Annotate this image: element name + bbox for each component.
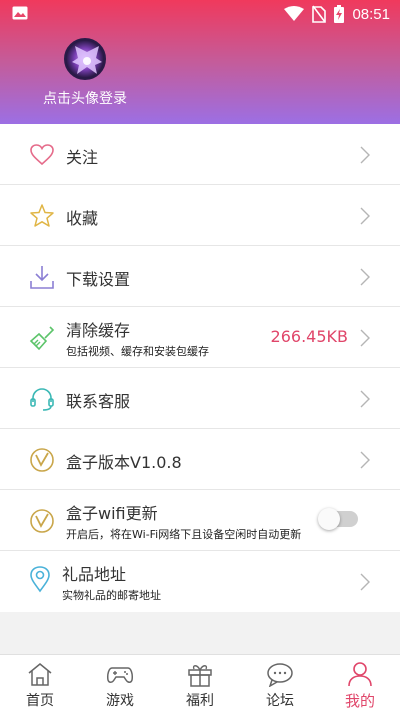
menu-item-version[interactable]: 盒子版本V1.0.8	[0, 429, 400, 490]
menu-item-customer-service[interactable]: 联系客服	[0, 368, 400, 429]
chevron-right-icon	[360, 207, 370, 225]
person-icon	[348, 662, 372, 687]
headset-icon	[30, 388, 54, 411]
menu-item-wifi-update: 盒子wifi更新 开启后，将在Wi-Fi网络下且设备空闲时自动更新	[0, 490, 400, 551]
menu-item-label: 联系客服	[66, 392, 131, 411]
nav-welfare[interactable]: 福利	[160, 655, 240, 711]
chevron-right-icon	[360, 573, 370, 591]
cache-size-value: 266.45KB	[270, 327, 348, 346]
nav-label: 福利	[186, 693, 214, 709]
menu-item-label: 下载设置	[66, 270, 131, 289]
battery-charging-icon	[334, 5, 345, 23]
wifi-icon	[284, 6, 305, 21]
menu-item-label: 清除缓存	[66, 321, 131, 340]
menu-item-description: 包括视频、缓存和安装包缓存	[66, 345, 209, 358]
chevron-right-icon	[360, 390, 370, 408]
toggle-knob	[318, 508, 340, 530]
chat-icon	[267, 663, 293, 687]
download-icon	[30, 266, 54, 289]
v-logo-icon	[30, 448, 54, 472]
menu-item-description: 开启后，将在Wi-Fi网络下且设备空闲时自动更新	[66, 528, 302, 541]
no-sim-icon	[312, 5, 327, 23]
menu-item-label: 盒子版本V1.0.8	[66, 453, 182, 472]
nav-label: 论坛	[266, 693, 294, 709]
menu-item-gift-address[interactable]: 礼品地址 实物礼品的邮寄地址	[0, 551, 400, 612]
v-logo-icon	[30, 509, 54, 533]
chevron-right-icon	[360, 451, 370, 469]
image-notification-icon	[12, 6, 28, 20]
gift-icon	[188, 665, 212, 687]
chevron-right-icon	[360, 146, 370, 164]
menu-item-follow[interactable]: 关注	[0, 124, 400, 185]
gamepad-icon	[107, 667, 133, 683]
menu-item-label: 关注	[66, 148, 99, 167]
nav-home[interactable]: 首页	[0, 655, 80, 711]
profile-header: 08:51 点击头像登录	[0, 0, 400, 124]
nav-forum[interactable]: 论坛	[240, 655, 320, 711]
nav-label: 我的	[344, 692, 375, 710]
chevron-right-icon	[360, 329, 370, 347]
bottom-nav: 首页 游戏 福利 论坛 我的	[0, 654, 400, 711]
menu-item-label: 礼品地址	[62, 565, 127, 584]
status-time: 08:51	[352, 5, 390, 23]
nav-label: 首页	[26, 693, 54, 709]
avatar-image	[72, 46, 102, 74]
star-icon	[30, 204, 54, 227]
menu-item-download-settings[interactable]: 下载设置	[0, 246, 400, 307]
nav-games[interactable]: 游戏	[80, 655, 160, 711]
settings-list: 关注 收藏 下载设置 清除缓存 包括视频、缓存和安装包缓存 266.45KB 联…	[0, 124, 400, 612]
menu-item-label: 收藏	[66, 209, 99, 228]
menu-item-description: 实物礼品的邮寄地址	[62, 589, 161, 602]
menu-item-label: 盒子wifi更新	[66, 504, 158, 523]
home-icon	[28, 663, 52, 686]
menu-item-favorites[interactable]: 收藏	[0, 185, 400, 246]
avatar[interactable]	[64, 38, 106, 80]
nav-mine[interactable]: 我的	[320, 655, 400, 711]
menu-item-clear-cache[interactable]: 清除缓存 包括视频、缓存和安装包缓存 266.45KB	[0, 307, 400, 368]
chevron-right-icon	[360, 268, 370, 286]
broom-icon	[29, 326, 55, 351]
nav-label: 游戏	[106, 693, 134, 709]
login-prompt[interactable]: 点击头像登录	[0, 88, 170, 108]
wifi-update-toggle[interactable]	[318, 508, 358, 530]
status-bar: 08:51	[0, 0, 400, 28]
location-pin-icon	[30, 566, 50, 593]
heart-icon	[30, 144, 54, 166]
